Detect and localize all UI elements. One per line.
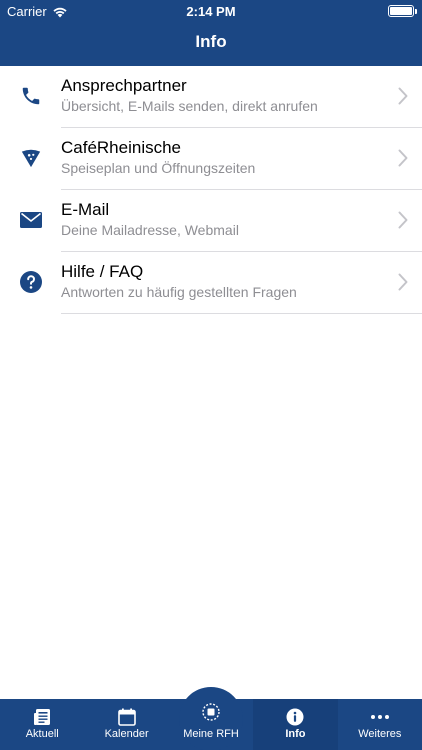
tab-label: Aktuell — [25, 728, 59, 740]
item-subtitle: Speiseplan und Öffnungszeiten — [61, 160, 256, 176]
battery-icon — [388, 5, 417, 17]
status-time: 2:14 PM — [186, 4, 236, 19]
tab-label: Kalender — [104, 728, 149, 740]
item-subtitle: Antworten zu häufig gestellten Fragen — [61, 284, 297, 300]
list-item-caferheinische[interactable]: CaféRheinische Speiseplan und Öffnungsze… — [0, 128, 422, 190]
chevron-right-icon — [398, 87, 408, 105]
tab-aktuell[interactable]: Aktuell — [0, 699, 84, 750]
info-icon — [285, 708, 305, 726]
page-title: Info — [195, 32, 227, 51]
tab-label: Info — [285, 728, 306, 740]
tab-info[interactable]: Info — [253, 699, 338, 750]
tab-label: Weiteres — [358, 728, 402, 740]
row-separator — [61, 313, 422, 314]
list-item-ansprechpartner[interactable]: Ansprechpartner Übersicht, E-Mails sende… — [0, 66, 422, 128]
navigation-bar: Carrier 2:14 PM Info — [0, 0, 422, 66]
question-icon — [19, 270, 43, 294]
info-list: Ansprechpartner Übersicht, E-Mails sende… — [0, 66, 422, 314]
item-subtitle: Deine Mailadresse, Webmail — [61, 222, 239, 238]
calendar-icon — [117, 708, 137, 726]
status-bar: Carrier 2:14 PM — [0, 0, 422, 22]
item-title: E-Mail — [61, 200, 110, 219]
item-subtitle: Übersicht, E-Mails senden, direkt anrufe… — [61, 98, 318, 114]
list-item-hilfe-faq[interactable]: Hilfe / FAQ Antworten zu häufig gestellt… — [0, 252, 422, 314]
pizza-slice-icon — [19, 146, 43, 170]
tab-weiteres[interactable]: Weiteres — [338, 699, 422, 750]
newspaper-icon — [32, 708, 52, 726]
chevron-right-icon — [398, 211, 408, 229]
more-icon — [370, 708, 390, 726]
tab-kalender[interactable]: Kalender — [84, 699, 168, 750]
phone-icon — [19, 84, 43, 108]
tab-label: Meine RFH — [183, 728, 239, 740]
item-title: Hilfe / FAQ — [61, 262, 144, 281]
rfh-icon — [201, 703, 221, 721]
item-title: Ansprechpartner — [61, 76, 187, 95]
list-item-email[interactable]: E-Mail Deine Mailadresse, Webmail — [0, 190, 422, 252]
item-title: CaféRheinische — [61, 138, 182, 157]
envelope-icon — [19, 208, 43, 232]
tab-meine-rfh[interactable]: Meine RFH — [169, 687, 253, 750]
chevron-right-icon — [398, 273, 408, 291]
chevron-right-icon — [398, 149, 408, 167]
tab-bar: Aktuell Kalender Meine RFH Info Weiteres — [0, 687, 422, 750]
